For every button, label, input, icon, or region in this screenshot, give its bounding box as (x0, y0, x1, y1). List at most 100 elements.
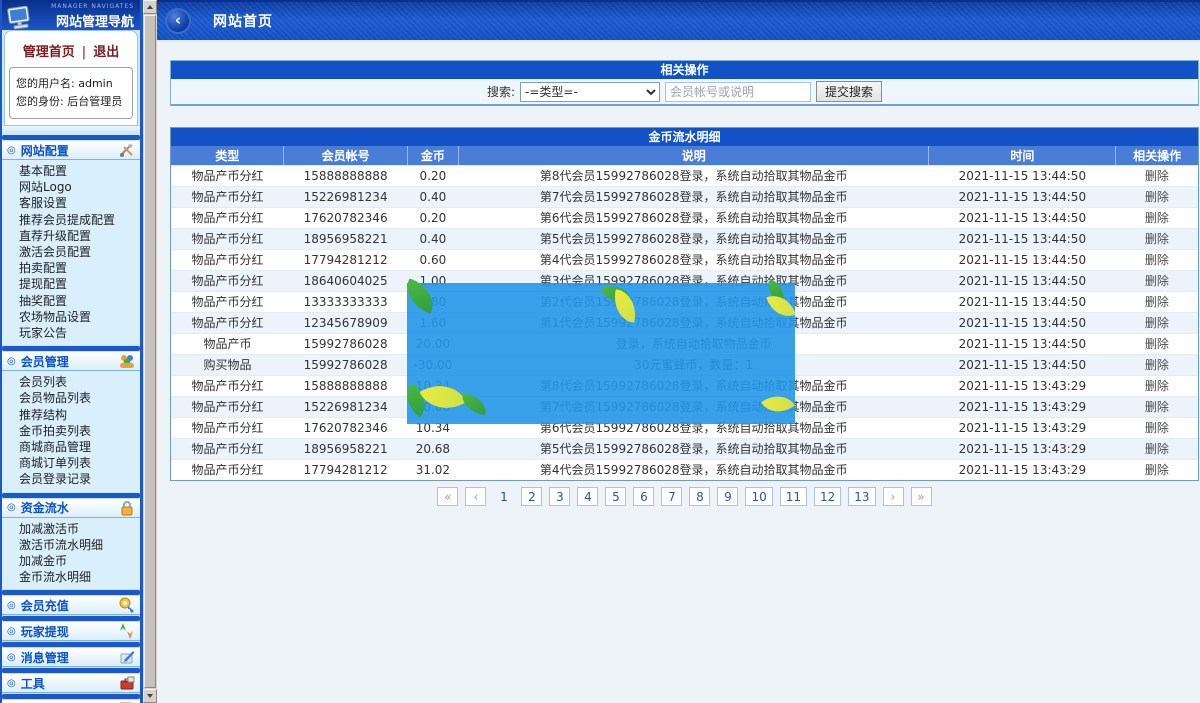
pagination-button[interactable]: 8 (689, 487, 710, 506)
sidebar-item[interactable]: 激活币流水明细 (2, 537, 140, 553)
cell-time: 2021-11-15 13:44:50 (929, 312, 1116, 333)
main-area: ‹ 网站首页 相关操作 搜索: -=类型=- 提交搜索 金币流水明细 (157, 0, 1200, 703)
sidebar-item[interactable]: 玩家公告 (2, 325, 140, 341)
sidebar-item[interactable]: 激活会员配置 (2, 244, 140, 260)
delete-link[interactable]: 删除 (1145, 295, 1169, 309)
sidebar-filler (2, 126, 140, 134)
delete-link[interactable]: 删除 (1145, 421, 1169, 435)
sidebar-item[interactable]: 会员列表 (2, 374, 140, 390)
tools-icon (119, 142, 135, 158)
pagination-button[interactable]: ‹ (465, 487, 486, 506)
pagination-button[interactable]: 10 (745, 487, 772, 506)
cell-operations: 删除 (1116, 207, 1198, 228)
delete-link[interactable]: 删除 (1145, 211, 1169, 225)
sidebar-item[interactable]: 金币拍卖列表 (2, 423, 140, 439)
scroll-down-button[interactable] (143, 689, 157, 703)
sidebar-item[interactable]: 抽奖配置 (2, 293, 140, 309)
lock-icon (119, 500, 135, 516)
triangle-up-icon (147, 5, 153, 9)
sidebar-item[interactable]: 会员登录记录 (2, 471, 140, 487)
delete-link[interactable]: 删除 (1145, 190, 1169, 204)
delete-link[interactable]: 删除 (1145, 337, 1169, 351)
recharge-icon (119, 597, 135, 613)
sidebar-section-header-2[interactable]: ◎资金流水 (2, 499, 140, 518)
sidebar-section-header-1[interactable]: ◎会员管理 (2, 352, 140, 371)
sidebar-section-header-3[interactable]: ◎会员充值 (2, 596, 140, 615)
sidebar-item[interactable]: 拍卖配置 (2, 260, 140, 276)
pagination-button[interactable]: » (911, 487, 932, 506)
sidebar-item[interactable]: 推荐会员提成配置 (2, 212, 140, 228)
role-label: 您的身份: (16, 95, 64, 108)
sidebar-item[interactable]: 金币流水明细 (2, 569, 140, 585)
pagination-button[interactable]: 12 (814, 487, 841, 506)
pagination-button[interactable]: 7 (661, 487, 682, 506)
sidebar-item[interactable]: 推荐结构 (2, 407, 140, 423)
pagination-button[interactable]: 2 (521, 487, 542, 506)
cell-account: 15992786028 (284, 354, 407, 375)
cell-coin: 0.20 (407, 165, 458, 186)
sidebar-item[interactable]: 加减金币 (2, 553, 140, 569)
pagination-button[interactable]: › (883, 487, 904, 506)
cell-time: 2021-11-15 13:44:50 (929, 291, 1116, 312)
cell-account: 13333333333 (284, 291, 407, 312)
pagination-button[interactable]: « (437, 487, 458, 506)
table-header-row: 类型 会员帐号 金币 说明 时间 相关操作 (171, 146, 1198, 165)
delete-link[interactable]: 删除 (1145, 274, 1169, 288)
cell-account: 18640604025 (284, 270, 407, 291)
role-value: 后台管理员 (67, 95, 122, 108)
sidebar-section-header-5[interactable]: ◎消息管理 (2, 648, 140, 667)
logout-link[interactable]: 退出 (93, 45, 119, 60)
pagination-button[interactable]: 6 (633, 487, 654, 506)
sidebar-item[interactable]: 客服设置 (2, 195, 140, 211)
sidebar-section-header-4[interactable]: ◎玩家提现 (2, 622, 140, 641)
delete-link[interactable]: 删除 (1145, 400, 1169, 414)
sidebar-section-header-0[interactable]: ◎网站配置 (2, 141, 140, 160)
cell-operations: 删除 (1116, 417, 1198, 438)
delete-link[interactable]: 删除 (1145, 169, 1169, 183)
pagination-button[interactable]: 9 (717, 487, 738, 506)
search-input[interactable] (665, 82, 811, 102)
scrollbar-thumb[interactable] (144, 15, 156, 688)
pagination-button[interactable]: 4 (577, 487, 598, 506)
sidebar-item[interactable]: 直荐升级配置 (2, 228, 140, 244)
section-title: 工具 (21, 675, 119, 692)
link-divider: | (82, 45, 86, 60)
cell-operations: 删除 (1116, 291, 1198, 312)
sidebar-scrollbar[interactable] (143, 0, 157, 703)
delete-link[interactable]: 删除 (1145, 253, 1169, 267)
sidebar-item[interactable]: 提现配置 (2, 276, 140, 292)
delete-link[interactable]: 删除 (1145, 232, 1169, 246)
section-bullet-icon: ◎ (7, 626, 16, 637)
sidebar-item[interactable]: 商城商品管理 (2, 439, 140, 455)
back-button[interactable]: ‹ (165, 8, 191, 34)
pagination-button[interactable]: 3 (549, 487, 570, 506)
submit-search-button[interactable]: 提交搜索 (816, 81, 882, 102)
sidebar-item[interactable]: 农场物品设置 (2, 309, 140, 325)
pagination-button[interactable]: 13 (848, 487, 875, 506)
sidebar-item[interactable]: 会员物品列表 (2, 390, 140, 406)
delete-link[interactable]: 删除 (1145, 379, 1169, 393)
admin-home-link[interactable]: 管理首页 (23, 45, 75, 60)
cell-time: 2021-11-15 13:43:29 (929, 396, 1116, 417)
cell-time: 2021-11-15 13:44:50 (929, 270, 1116, 291)
type-select[interactable]: -=类型=- (520, 82, 660, 102)
brand-title: 网站管理导航 (36, 11, 134, 30)
sidebar-item[interactable]: 商城订单列表 (2, 455, 140, 471)
sidebar-item[interactable]: 网站Logo (2, 179, 140, 195)
sidebar-section-header-6[interactable]: ◎工具 (2, 674, 140, 693)
cell-coin: 31.02 (407, 459, 458, 480)
delete-link[interactable]: 删除 (1145, 442, 1169, 456)
col-account: 会员帐号 (284, 146, 407, 165)
delete-link[interactable]: 删除 (1145, 358, 1169, 372)
delete-link[interactable]: 删除 (1145, 316, 1169, 330)
pagination-button[interactable]: 5 (605, 487, 626, 506)
sidebar-item[interactable]: 基本配置 (2, 163, 140, 179)
back-icon: ‹ (175, 13, 181, 28)
section-separator (2, 493, 140, 498)
sidebar-item[interactable]: 加减激活币 (2, 521, 140, 537)
scroll-up-button[interactable] (143, 0, 157, 14)
pagination-button[interactable]: 11 (780, 487, 807, 506)
table-row: 物品产币分红1895695822120.68第5代会员15992786028登录… (171, 438, 1198, 459)
delete-link[interactable]: 删除 (1145, 463, 1169, 477)
brand-small-text: MANAGER NAVIGATES (36, 3, 134, 10)
